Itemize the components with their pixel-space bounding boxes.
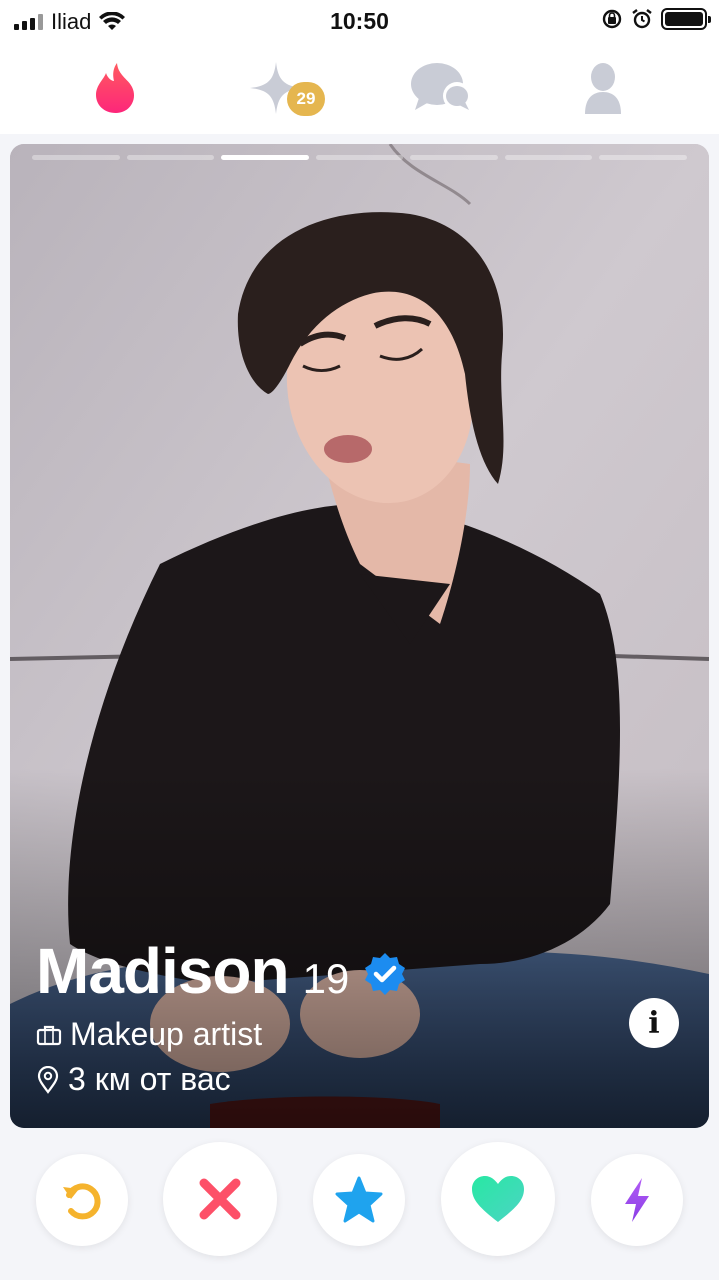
progress-segment xyxy=(126,155,215,160)
info-icon: i xyxy=(648,1005,660,1041)
battery-icon xyxy=(661,8,711,30)
rewind-button[interactable] xyxy=(36,1154,128,1246)
x-icon xyxy=(199,1178,241,1220)
job-label: Makeup artist xyxy=(70,1016,263,1052)
progress-segment xyxy=(32,155,120,160)
profile-icon[interactable] xyxy=(571,56,635,120)
progress-segment xyxy=(410,155,498,160)
name-row: Madison 19 xyxy=(36,934,407,1008)
info-button[interactable]: i xyxy=(629,998,679,1048)
progress-segment xyxy=(504,155,593,160)
nope-button[interactable] xyxy=(163,1142,277,1256)
status-bar: Iliad 10:50 xyxy=(0,0,719,42)
sparkle-badge: 29 xyxy=(287,82,325,116)
like-button[interactable] xyxy=(441,1142,555,1256)
progress-segment xyxy=(599,155,688,160)
profile-card[interactable]: Madison 19 Makeup artist 3 км от вас i xyxy=(10,144,709,1128)
alarm-icon xyxy=(632,9,652,29)
verified-icon xyxy=(365,953,406,995)
status-right xyxy=(601,8,711,30)
chat-icon[interactable] xyxy=(408,56,472,120)
job-row: Makeup artist xyxy=(36,1016,407,1053)
location-pin-icon xyxy=(37,1065,59,1094)
bolt-icon xyxy=(625,1178,649,1222)
flame-icon[interactable] xyxy=(85,56,149,120)
profile-info: Madison 19 Makeup artist 3 км от вас xyxy=(36,934,407,1098)
photo-progress xyxy=(32,155,688,160)
distance-label: 3 км от вас xyxy=(68,1061,231,1097)
heart-icon xyxy=(472,1176,524,1222)
progress-segment-active xyxy=(221,155,309,160)
distance-row: 3 км от вас xyxy=(36,1061,407,1098)
profile-age: 19 xyxy=(302,955,350,1002)
action-bar xyxy=(0,1140,719,1280)
profile-name: Madison xyxy=(36,935,290,1007)
boost-button[interactable] xyxy=(591,1154,683,1246)
top-nav: 29 xyxy=(0,42,719,134)
star-icon xyxy=(335,1176,383,1223)
super-like-button[interactable] xyxy=(313,1154,405,1246)
progress-segment xyxy=(315,155,404,160)
rotation-lock-icon xyxy=(602,9,622,29)
briefcase-icon xyxy=(36,1025,62,1045)
rewind-icon xyxy=(63,1183,101,1220)
